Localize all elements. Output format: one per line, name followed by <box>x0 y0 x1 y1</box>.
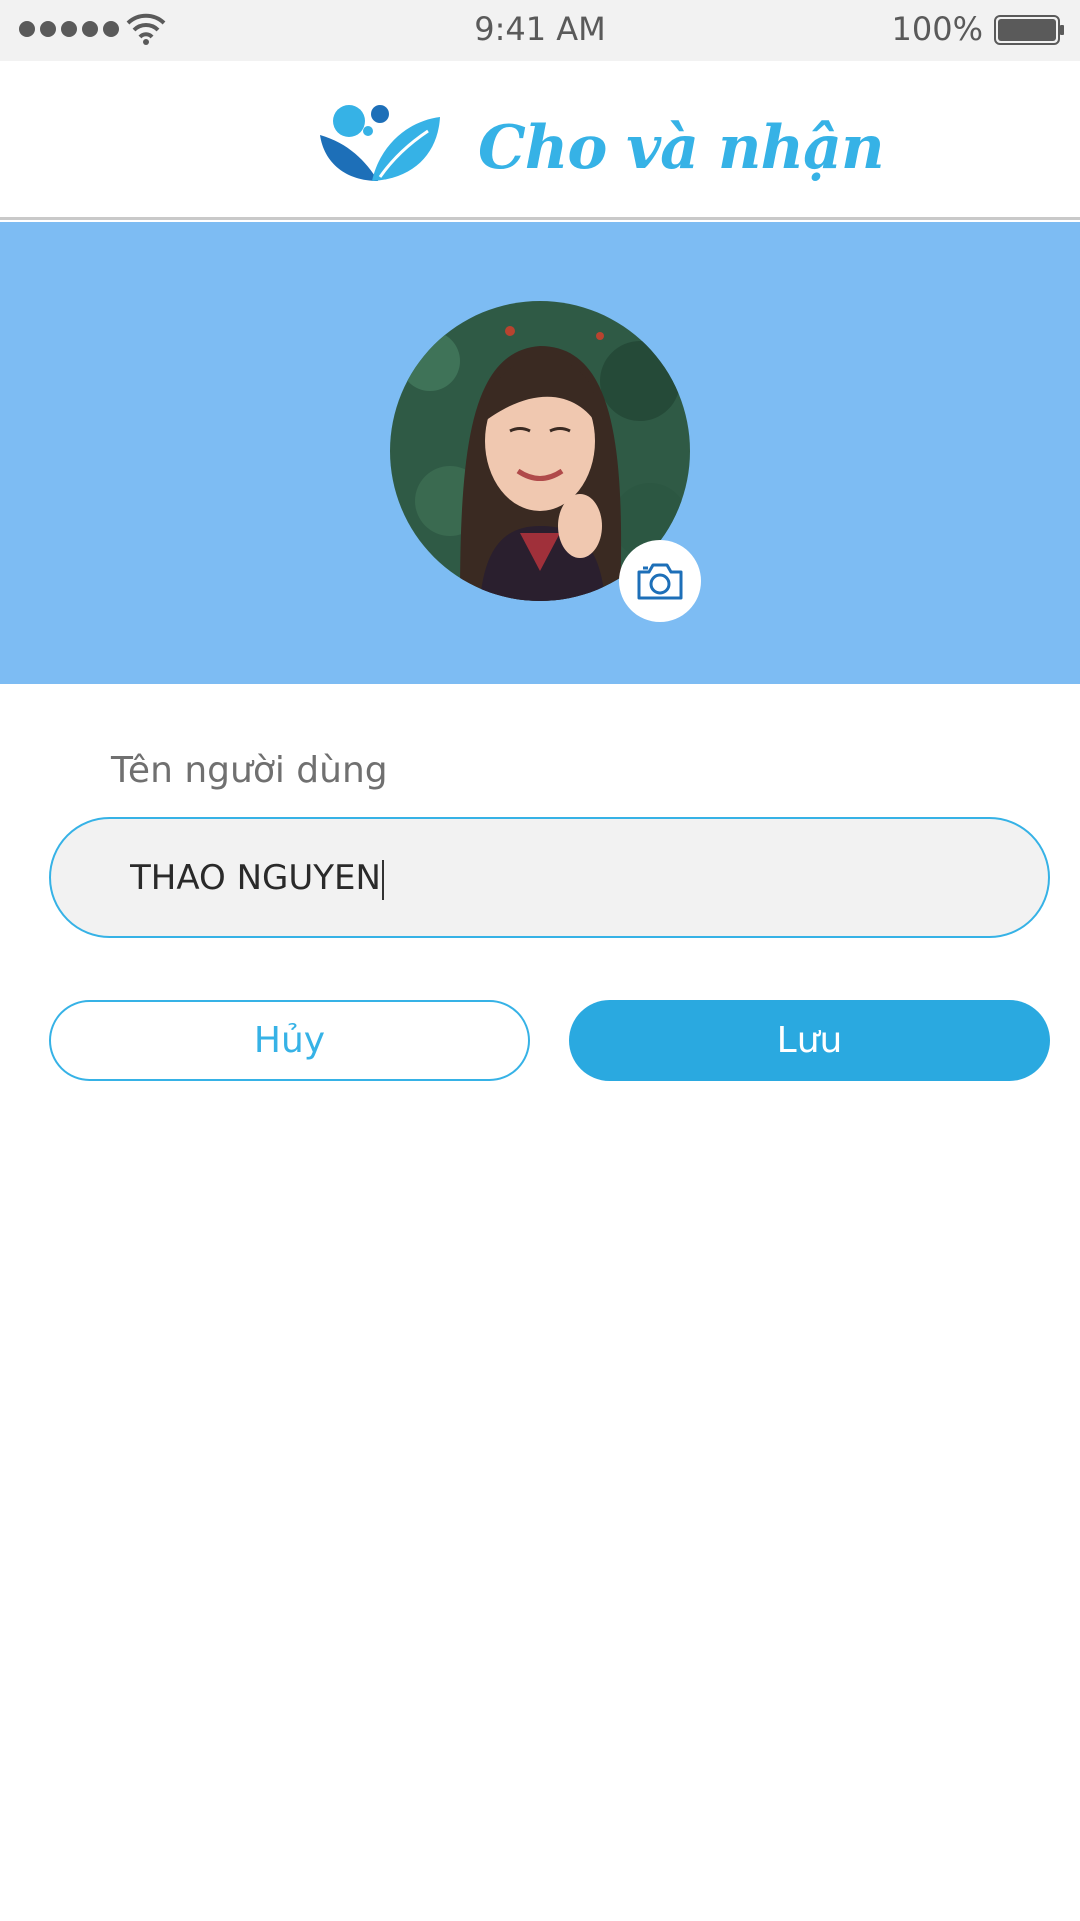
status-bar: 9:41 AM 100% <box>0 0 1080 61</box>
save-button[interactable]: Lưu <box>569 1000 1050 1081</box>
battery-icon <box>994 15 1064 45</box>
username-field[interactable] <box>49 817 1050 938</box>
cancel-button[interactable]: Hủy <box>49 1000 530 1081</box>
battery-percentage: 100% <box>891 10 983 48</box>
text-caret <box>382 860 384 900</box>
change-photo-button[interactable] <box>619 540 701 622</box>
app-title: Cho và nhận <box>478 113 885 183</box>
username-input[interactable] <box>128 819 1008 936</box>
username-label: Tên người dùng <box>111 750 388 791</box>
camera-icon <box>637 563 683 600</box>
app-header: Cho và nhận <box>0 61 1080 220</box>
leaf-logo-icon <box>320 105 440 181</box>
profile-banner <box>0 222 1080 684</box>
